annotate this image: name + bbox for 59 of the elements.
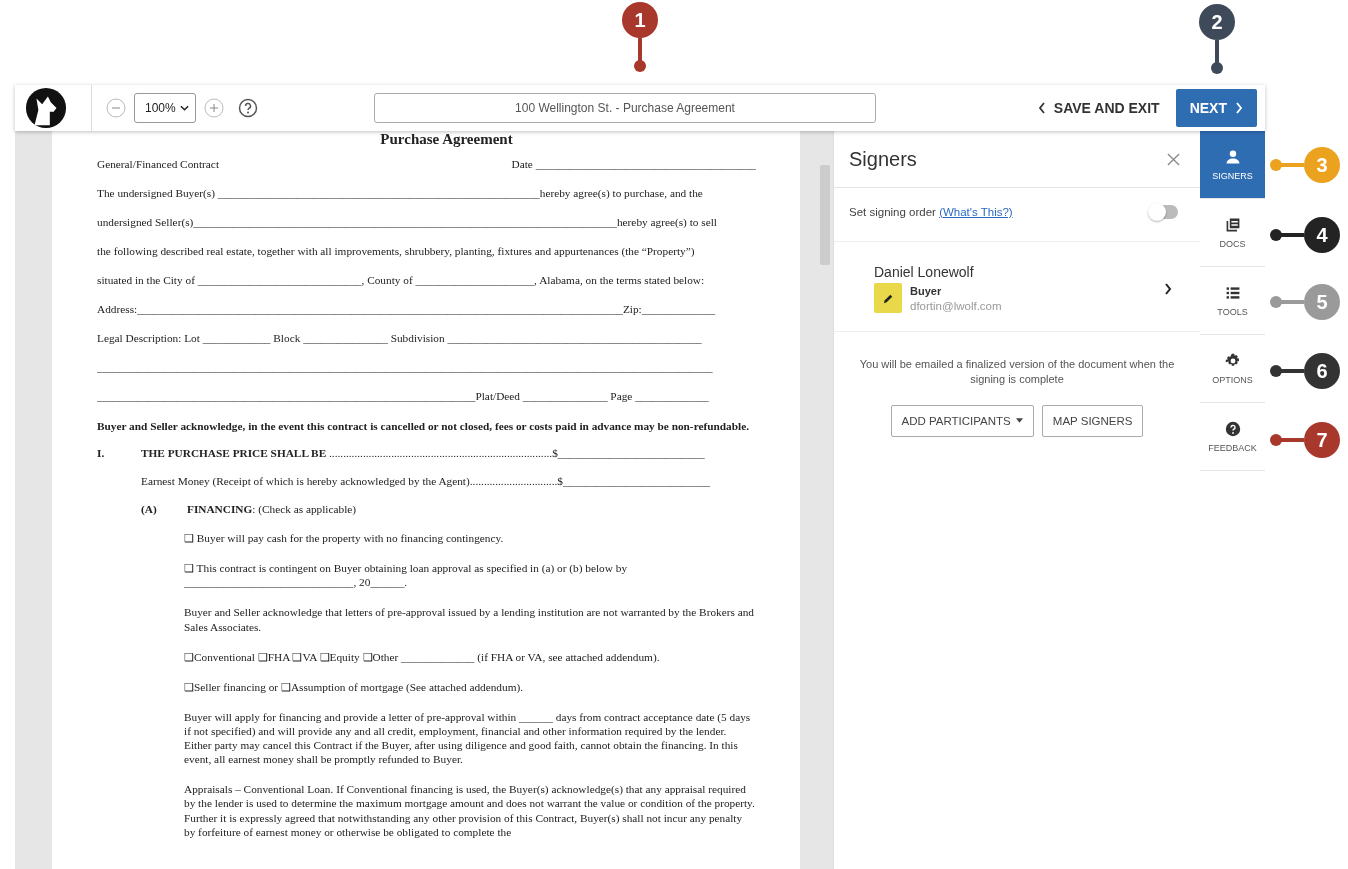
signing-order-label: Set signing order (What's This?)	[849, 206, 1013, 218]
documents-icon	[1224, 216, 1241, 233]
form-line-text: situated in the City of _____________________________, County of _____________________, Alabama, on the terms stated below:	[97, 274, 705, 286]
notice-text: Buyer and Seller acknowledge, in the event this contract is cancelled or not closed, fees or costs paid in advance may be non-refundable.	[97, 419, 750, 434]
form-line-text: Earnest Money (Receipt of which is hereby acknowledged by the Agent)...............................$__________________________	[141, 475, 711, 488]
side-tab[interactable]: TOOLS	[1200, 267, 1265, 335]
toggle-switch[interactable]	[1150, 205, 1178, 219]
paragraph-text: ❑Seller financing or ❑Assumption of mortgage (See attached addendum).	[184, 679, 525, 694]
document-heading: Purchase Agreement	[379, 131, 514, 148]
next-button[interactable]: NEXT	[1175, 89, 1257, 127]
signer-name: Daniel Lonewolf	[874, 264, 975, 280]
form-line-text: undersigned Seller(s)___________________________________________________________________________hereby agree(s) to sell	[97, 216, 717, 228]
caret-icon	[1015, 418, 1023, 424]
zoom-in-icon[interactable]	[204, 98, 224, 118]
signer-email: dfortin@lwolf.com	[910, 299, 1002, 312]
section-text: THE PURCHASE PRICE SHALL BE ...............................................................................$__________________________	[141, 447, 705, 460]
person-icon	[1224, 148, 1241, 165]
help-icon	[1224, 420, 1241, 437]
paragraph-text: ❑ Buyer will pay cash for the property with no financing contingency.	[184, 531, 505, 546]
info-message: You will be emailed a finalized version of the document when the signing is complete	[858, 357, 1176, 387]
form-line-text: The undersigned Buyer(s) _________________________________________________________hereby agree(s) to purchase, and the	[97, 187, 703, 199]
form-line-text: ___________________________________________________________________Plat/Deed _______________ Page _____________	[97, 390, 709, 402]
chevron-right-icon	[1164, 282, 1172, 295]
settings-icon	[1224, 352, 1241, 369]
chevron-right-icon	[1235, 102, 1243, 114]
form-line-text: _____________________________________________________________________________________________________________	[97, 361, 713, 373]
side-tab[interactable]: DOCS	[1200, 199, 1265, 267]
paragraph-text: Buyer and Seller acknowledge that letters of pre-approval issued by a lending institution are not warranted by the Brokers and Sales Associates.	[184, 605, 755, 634]
form-line-text: General/Financed Contract	[97, 158, 220, 170]
subsection-letter: (A)	[141, 503, 158, 516]
chevron-left-icon	[1037, 102, 1046, 114]
close-icon[interactable]	[1167, 152, 1180, 166]
section-number: I.	[97, 447, 106, 460]
side-tab[interactable]: FEEDBACK	[1200, 403, 1265, 471]
form-line-text: Date _______________________________________	[511, 158, 756, 170]
side-tab[interactable]: SIGNERS	[1200, 131, 1265, 199]
zoom-out-icon[interactable]	[106, 98, 126, 118]
document-title-field[interactable]: 100 Wellington St. - Purchase Agreement	[374, 93, 876, 123]
form-line-text: the following described real estate, together with all improvements, shrubbery, planting, fixtures and appurtenances (the “Property”)	[97, 245, 695, 257]
paragraph-text: ❑ This contract is contingent on Buyer obtaining loan approval as specified in (a) or (b) below by ______________________________, 20______.	[184, 561, 629, 590]
subsection-heading: FINANCING: (Check as applicable)	[187, 503, 357, 516]
pencil-icon	[874, 283, 902, 313]
paragraph-text: Buyer will apply for financing and provide a letter of pre-approval within ______ days from contract acceptance date (5 days if not specified) and will provide any and all credit, employment, financial and other information required by the lender. Either party may cancel this Contract if the Buyer, after using diligence and good faith, cannot obtain the financing. In this event, all earnest money shall be promptly refunded to Buyer.	[184, 709, 752, 767]
form-line-text: Address:______________________________________________________________________________________Zip:_____________	[97, 303, 716, 315]
dropdown-button[interactable]: ADD PARTICIPANTS	[890, 404, 1034, 437]
side-tab[interactable]: OPTIONS	[1200, 335, 1265, 403]
zoom-select[interactable]: 100%	[134, 93, 196, 123]
signer-role: Buyer	[910, 284, 943, 297]
save-and-exit-button[interactable]: SAVE AND EXIT	[1037, 100, 1160, 116]
signer-card[interactable]: Daniel Lonewolf Buyer dfortin@lwolf.com	[834, 242, 1200, 332]
list-icon	[1224, 284, 1241, 301]
panel-title: Signers	[849, 147, 917, 171]
action-button[interactable]: MAP SIGNERS	[1041, 404, 1144, 437]
paragraph-text: ❑Conventional ❑FHA ❑VA ❑Equity ❑Other _____________ (if FHA or VA, see attached addendum).	[184, 649, 661, 664]
whats-this-link[interactable]: (What's This?)	[939, 206, 1013, 218]
paragraph-text: Appraisals – Conventional Loan. If Conventional financing is used, the Buyer(s) acknowledge(s) that any appraisal required by the lender is used to determine the maximum mortgage amount and does not warrant the value or condition of the property. Further it is expressly agreed that notwithstanding any other provision of this Contract, Buyer(s) shall not incur any penalty by forfeiture of earnest money or otherwise be obligated to complete the	[184, 782, 756, 839]
form-line-text: Legal Description: Lot ____________ Block _______________ Subdivision _____________________________________________	[97, 332, 702, 344]
caret-icon	[180, 105, 189, 111]
help-icon[interactable]	[238, 98, 258, 118]
